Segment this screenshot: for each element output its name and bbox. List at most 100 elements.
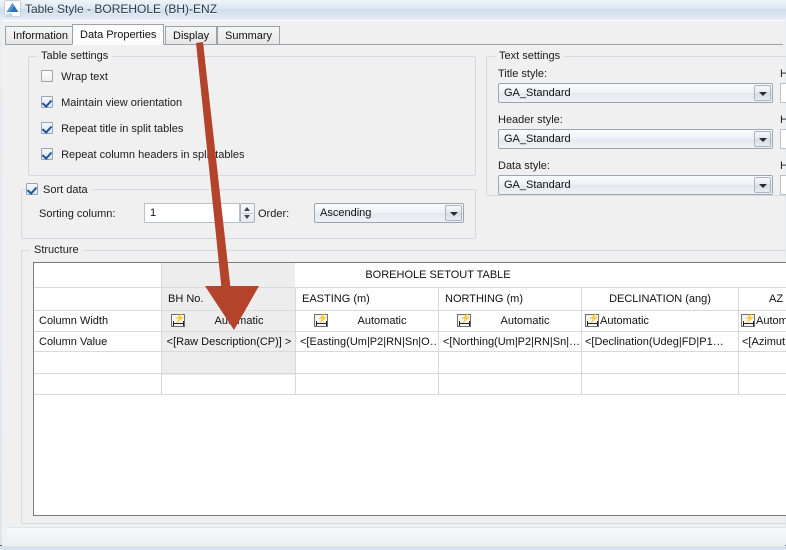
column-header-easting[interactable]: EASTING (m) bbox=[302, 290, 432, 308]
column-header-northing[interactable]: NORTHING (m) bbox=[445, 290, 575, 308]
column-width-value-bh-no[interactable]: Automatic bbox=[189, 313, 289, 330]
row-header-column-width: Column Width bbox=[39, 315, 109, 327]
sort-data-checkbox-box[interactable] bbox=[26, 183, 38, 195]
column-value-easting[interactable]: <[Easting(Um|P2|RN|Sn|O… bbox=[300, 334, 436, 351]
tab-data-properties-label: Data Properties bbox=[80, 29, 157, 41]
wrap-text-checkbox-box[interactable] bbox=[41, 70, 53, 82]
sorting-column-stepper[interactable] bbox=[240, 203, 255, 223]
column-header-azimuth[interactable]: AZ bbox=[769, 290, 786, 308]
repeat-column-headers-label: Repeat column headers in split tables bbox=[61, 149, 245, 161]
column-width-value-northing[interactable]: Automatic bbox=[475, 313, 575, 330]
grid-hline bbox=[34, 394, 786, 395]
title-height-input[interactable]: 2. bbox=[780, 83, 786, 103]
row-header-column-value: Column Value bbox=[39, 336, 108, 348]
autocad-app-icon: CIV bbox=[4, 0, 21, 17]
data-height-label: Heig bbox=[780, 160, 786, 172]
window-frame: CIV Table Style - BOREHOLE (BH)-ENZ Info… bbox=[0, 0, 786, 546]
structure-legend: Structure bbox=[30, 244, 83, 256]
column-header-bh-no[interactable]: BH No. bbox=[168, 290, 288, 308]
maintain-view-orientation-label: Maintain view orientation bbox=[61, 97, 183, 109]
sort-data-group: Sort data Sorting column: 1 Order: Ascen… bbox=[21, 183, 476, 239]
column-width-value-declination[interactable]: Automatic bbox=[600, 313, 730, 330]
table-settings-group: Table settings Wrap text Maintain view o… bbox=[28, 50, 476, 176]
table-style-dialog: CIV Table Style - BOREHOLE (BH)-ENZ Info… bbox=[0, 0, 786, 550]
column-width-icon[interactable]: ⚡ bbox=[741, 314, 755, 327]
title-height-label: Heig bbox=[780, 68, 786, 80]
checkbox-maintain-view-orientation[interactable]: Maintain view orientation bbox=[41, 96, 182, 109]
text-settings-group: Text settings Title style: GA_Standard H… bbox=[486, 50, 786, 196]
tab-summary-label: Summary bbox=[225, 30, 273, 42]
tab-summary[interactable]: Summary bbox=[217, 26, 281, 44]
column-value-bh-no[interactable]: <[Raw Description(CP)] > bbox=[166, 334, 292, 351]
repeat-title-label: Repeat title in split tables bbox=[61, 123, 184, 135]
grid-hline bbox=[34, 287, 786, 288]
grid-vline bbox=[438, 287, 439, 394]
header-height-input[interactable]: 1. bbox=[780, 129, 786, 149]
sort-data-label: Sort data bbox=[43, 184, 88, 196]
sorting-column-value: 1 bbox=[150, 207, 157, 219]
wrap-text-label: Wrap text bbox=[61, 71, 108, 83]
chevron-down-icon[interactable] bbox=[445, 205, 462, 221]
grid-vline bbox=[738, 287, 739, 394]
tab-information[interactable]: Information bbox=[5, 26, 77, 44]
text-settings-legend: Text settings bbox=[495, 50, 565, 62]
grid-vline bbox=[581, 287, 582, 394]
chevron-down-icon[interactable] bbox=[754, 131, 771, 147]
title-style-label: Title style: bbox=[498, 68, 548, 80]
column-width-icon[interactable]: ⚡ bbox=[585, 314, 599, 327]
grid-hline bbox=[34, 351, 786, 352]
dialog-bottom-strip bbox=[7, 527, 786, 544]
structure-table-title: BOREHOLE SETOUT TABLE bbox=[365, 269, 511, 281]
tab-display[interactable]: Display bbox=[165, 26, 218, 44]
sort-data-legend-wrap[interactable]: Sort data bbox=[26, 183, 92, 196]
svg-text:CIV: CIV bbox=[6, 12, 13, 17]
title-style-dropdown[interactable]: GA_Standard bbox=[498, 83, 773, 103]
chevron-down-icon[interactable] bbox=[754, 177, 771, 193]
sorting-column-label: Sorting column: bbox=[39, 208, 116, 220]
order-label: Order: bbox=[258, 208, 290, 220]
header-style-dropdown[interactable]: GA_Standard bbox=[498, 129, 773, 149]
stepper-up-icon[interactable] bbox=[241, 204, 254, 213]
checkbox-repeat-column-headers-in-split-tables[interactable]: Repeat column headers in split tables bbox=[41, 148, 245, 161]
tab-information-label: Information bbox=[13, 30, 69, 42]
chevron-down-icon[interactable] bbox=[754, 85, 771, 101]
tab-display-label: Display bbox=[173, 30, 210, 42]
column-width-icon[interactable]: ⚡ bbox=[457, 314, 471, 327]
window-title: Table Style - BOREHOLE (BH)-ENZ bbox=[25, 2, 218, 16]
repeat-column-headers-checkbox-box[interactable] bbox=[41, 148, 53, 160]
repeat-title-checkbox-box[interactable] bbox=[41, 122, 53, 134]
data-style-value: GA_Standard bbox=[504, 179, 571, 191]
column-width-icon[interactable]: ⚡ bbox=[314, 314, 328, 327]
structure-grid[interactable]: BOREHOLE SETOUT TABLE BH No. EASTING (m)… bbox=[33, 262, 786, 516]
column-header-declination[interactable]: DECLINATION (ang) bbox=[585, 290, 735, 308]
column-value-declination[interactable]: <[Declination(Udeg|FD|P1… bbox=[585, 334, 735, 351]
grid-vline bbox=[295, 287, 296, 394]
column-value-northing[interactable]: <[Northing(Um|P2|RN|Sn|… bbox=[443, 334, 579, 351]
checkbox-repeat-title-in-split-tables[interactable]: Repeat title in split tables bbox=[41, 122, 183, 135]
column-value-azimuth[interactable]: <[Azimut bbox=[742, 334, 786, 351]
maintain-view-orientation-checkbox-box[interactable] bbox=[41, 96, 53, 108]
title-style-value: GA_Standard bbox=[504, 87, 571, 99]
tab-strip: Information Data Properties Display Summ… bbox=[5, 24, 783, 45]
header-style-label: Header style: bbox=[498, 114, 563, 126]
header-height-label: Heig bbox=[780, 114, 786, 126]
sorting-column-input[interactable]: 1 bbox=[144, 203, 240, 223]
header-style-value: GA_Standard bbox=[504, 133, 571, 145]
grid-vline bbox=[161, 263, 162, 394]
width-bar-glyph bbox=[587, 321, 598, 326]
stepper-down-icon[interactable] bbox=[241, 213, 254, 222]
tab-data-properties[interactable]: Data Properties bbox=[72, 24, 165, 45]
data-style-label: Data style: bbox=[498, 160, 550, 172]
table-settings-legend: Table settings bbox=[37, 50, 113, 62]
checkbox-wrap-text[interactable]: Wrap text bbox=[41, 70, 108, 83]
title-bar[interactable]: CIV Table Style - BOREHOLE (BH)-ENZ bbox=[0, 0, 786, 19]
grid-hline bbox=[34, 331, 786, 332]
data-style-dropdown[interactable]: GA_Standard bbox=[498, 175, 773, 195]
data-height-input[interactable]: 1. bbox=[780, 175, 786, 195]
column-width-value-azimuth[interactable]: Autom bbox=[756, 313, 786, 330]
order-dropdown[interactable]: Ascending bbox=[314, 203, 464, 223]
order-value: Ascending bbox=[320, 207, 372, 219]
structure-grid-body: BOREHOLE SETOUT TABLE BH No. EASTING (m)… bbox=[34, 263, 786, 515]
column-width-icon[interactable]: ⚡ bbox=[171, 314, 185, 327]
column-width-value-easting[interactable]: Automatic bbox=[332, 313, 432, 330]
